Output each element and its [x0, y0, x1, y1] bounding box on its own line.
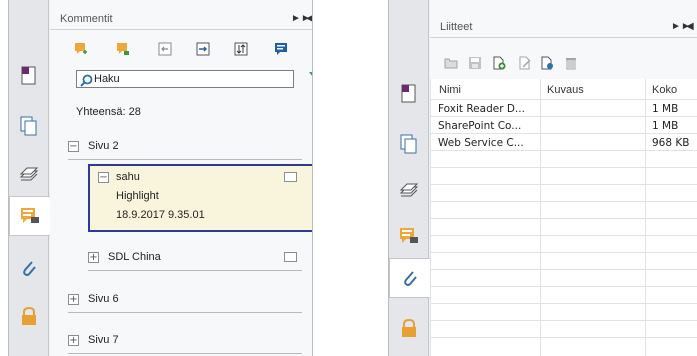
row-separator [430, 99, 697, 100]
export-icon[interactable] [196, 42, 210, 56]
collapse-panel-icon[interactable]: ◀ [306, 13, 312, 24]
security-button[interactable] [395, 314, 423, 342]
attachment-size: 1 MB [652, 103, 679, 115]
comment-total: Yhteensä: 28 [76, 106, 141, 118]
pages-icon [20, 116, 37, 136]
row-separator [430, 252, 697, 253]
security-button[interactable] [15, 302, 43, 330]
reply-comment-icon[interactable] [116, 42, 130, 56]
attachments-tab-button[interactable] [389, 258, 430, 298]
pages-button[interactable] [15, 112, 43, 140]
attachment-size: 968 KB [652, 137, 690, 149]
search-input[interactable] [94, 73, 284, 85]
expand-toggle-icon[interactable]: + [88, 252, 99, 263]
add-file-icon[interactable] [492, 56, 506, 70]
comments-panel: Kommentit ►► ◀ Yhteensä: 28 ⌃ − Sivu 2 −… [8, 0, 313, 356]
attachments-button[interactable] [15, 254, 43, 282]
delete-icon[interactable] [564, 56, 578, 70]
page-label: Sivu 2 [88, 140, 119, 152]
column-header-size[interactable]: Koko [652, 84, 677, 96]
expand-toggle-icon[interactable]: + [68, 294, 79, 305]
row-separator [430, 167, 697, 168]
row-separator [430, 320, 697, 321]
comment-node[interactable]: + SDL China [88, 245, 302, 271]
collapse-panel-icon[interactable]: ◀ [686, 21, 694, 32]
search-field[interactable] [76, 70, 294, 88]
row-separator [430, 184, 697, 185]
pages-button[interactable] [395, 130, 423, 158]
attachment-name[interactable]: SharePoint Co... [438, 120, 521, 132]
row-separator [430, 337, 697, 338]
filter-icon[interactable] [309, 72, 313, 85]
row-separator [430, 150, 697, 151]
pages-icon [400, 134, 417, 154]
layers-button[interactable] [395, 176, 423, 204]
lock-icon [22, 306, 36, 325]
panel-title: Liitteet [440, 21, 473, 33]
comment-author: SDL China [108, 251, 161, 263]
comment-checkbox[interactable] [284, 172, 297, 182]
attachments-table: Nimi Kuvaus Koko Foxit Reader D... 1 MB … [430, 79, 697, 356]
attachment-name[interactable]: Web Service C... [438, 137, 524, 149]
row-separator [430, 133, 697, 134]
page-label: Sivu 7 [88, 334, 119, 346]
sort-icon[interactable] [234, 42, 248, 56]
panel-title: Kommentit [60, 13, 113, 25]
collapse-toggle-icon[interactable]: − [98, 172, 109, 183]
paperclip-icon [404, 271, 417, 286]
bookmark-icon [401, 84, 416, 103]
attachment-size: 1 MB [652, 120, 679, 132]
column-header-name[interactable]: Nimi [439, 84, 461, 96]
page-node-2[interactable]: − Sivu 2 [68, 134, 302, 160]
bookmarks-button[interactable] [395, 80, 423, 108]
attachments-header: Liitteet ►► ◀ [430, 16, 697, 38]
column-header-description[interactable]: Kuvaus [547, 84, 584, 96]
row-separator [430, 269, 697, 270]
navigation-rail [389, 0, 430, 356]
import-icon[interactable] [158, 42, 172, 56]
expand-toggle-icon[interactable]: + [68, 335, 79, 346]
attachments-panel: Liitteet ►► ◀ Nimi Kuvaus Koko Foxit Rea… [388, 0, 697, 356]
comment-type: Highlight [116, 190, 159, 202]
row-separator [430, 116, 697, 117]
comment-date: 18.9.2017 9.35.01 [116, 209, 205, 221]
search-icon [80, 74, 93, 87]
edit-file-icon[interactable] [518, 56, 532, 70]
attachments-content: Liitteet ►► ◀ Nimi Kuvaus Koko Foxit Rea… [430, 0, 697, 356]
file-settings-icon[interactable] [540, 56, 554, 70]
lock-icon [402, 318, 416, 337]
comment-icon [21, 208, 39, 223]
add-comment-icon[interactable] [74, 42, 88, 56]
comments-button[interactable] [395, 222, 423, 250]
layers-button[interactable] [15, 160, 43, 188]
row-separator [430, 286, 697, 287]
paperclip-icon [23, 261, 36, 276]
comment-icon [400, 228, 418, 243]
comment-author: sahu [116, 171, 140, 183]
open-folder-icon[interactable] [444, 56, 458, 70]
collapse-toggle-icon[interactable]: − [68, 141, 79, 152]
page-node-6[interactable]: + Sivu 6 [68, 287, 302, 313]
save-icon[interactable] [468, 56, 482, 70]
page-node-7[interactable]: + Sivu 7 [68, 328, 302, 354]
bookmarks-button[interactable] [15, 62, 43, 90]
layers-icon [399, 183, 419, 197]
selected-comment[interactable]: − sahu Highlight 18.9.2017 9.35.01 [88, 164, 312, 232]
comments-tab-button[interactable] [9, 196, 50, 236]
navigation-rail [9, 0, 50, 356]
row-separator [430, 235, 697, 236]
summarize-icon[interactable] [274, 42, 288, 56]
row-separator [430, 303, 697, 304]
layers-icon [19, 167, 39, 181]
page-label: Sivu 6 [88, 293, 119, 305]
bookmark-icon [21, 66, 36, 85]
comments-header: Kommentit ►► ◀ [50, 8, 312, 30]
row-separator [430, 201, 697, 202]
row-separator [430, 218, 697, 219]
comment-checkbox[interactable] [284, 252, 297, 262]
comments-content: Kommentit ►► ◀ Yhteensä: 28 ⌃ − Sivu 2 −… [50, 0, 312, 356]
attachment-name[interactable]: Foxit Reader D... [438, 103, 525, 115]
